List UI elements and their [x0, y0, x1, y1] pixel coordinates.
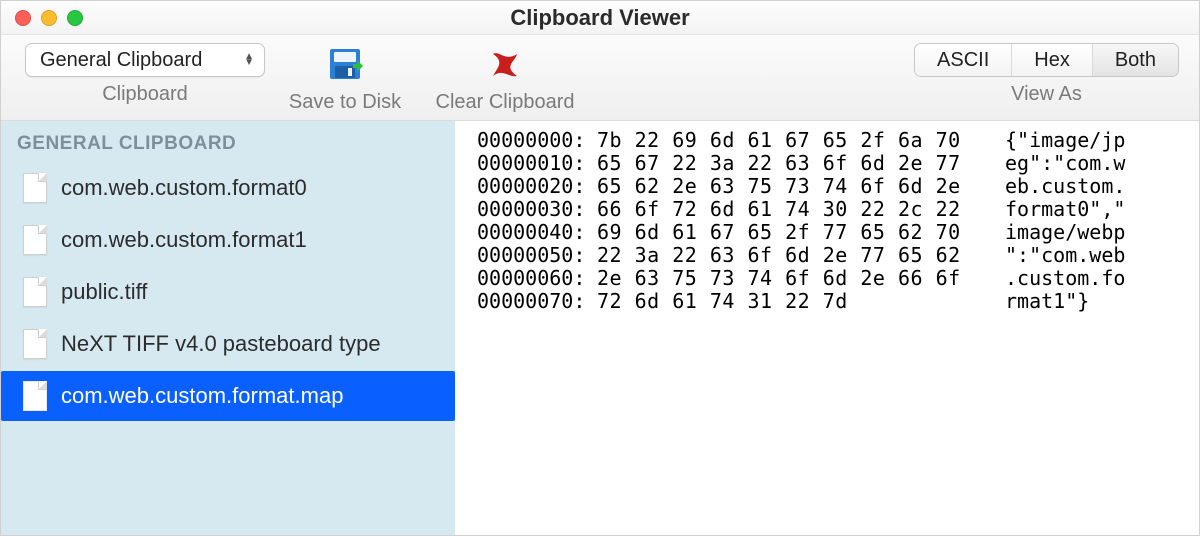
hex-ascii: format0",": [977, 198, 1125, 221]
document-icon: [23, 225, 47, 255]
document-icon: [23, 381, 47, 411]
hex-ascii: eg":"com.w: [977, 152, 1125, 175]
toolbar-label-clear: Clear Clipboard: [436, 91, 575, 114]
sidebar-header: GENERAL CLIPBOARD: [1, 129, 455, 161]
hex-row: 00000010:65 67 22 3a 22 63 6f 6d 2e 77eg…: [477, 152, 1189, 175]
clipboard-select-value: General Clipboard: [40, 49, 202, 72]
clear-clipboard-button[interactable]: [485, 43, 525, 85]
content-area: GENERAL CLIPBOARD com.web.custom.format0…: [1, 121, 1199, 535]
hex-bytes: 2e 63 75 73 74 6f 6d 2e 66 6f: [597, 267, 977, 290]
hex-offset: 00000070:: [477, 290, 597, 313]
sidebar-item[interactable]: NeXT TIFF v4.0 pasteboard type: [1, 319, 455, 369]
hex-bytes: 66 6f 72 6d 61 74 30 22 2c 22: [597, 198, 977, 221]
viewas-both-button[interactable]: Both: [1093, 44, 1178, 76]
viewas-segmented: ASCII Hex Both: [914, 43, 1179, 77]
chevron-updown-icon: ▲▼: [244, 54, 254, 66]
hex-offset: 00000010:: [477, 152, 597, 175]
sidebar-item[interactable]: com.web.custom.format.map: [1, 371, 455, 421]
toolbar-label-viewas: View As: [1011, 83, 1082, 106]
hex-bytes: 65 62 2e 63 75 73 74 6f 6d 2e: [597, 175, 977, 198]
sidebar-item[interactable]: com.web.custom.format1: [1, 215, 455, 265]
hex-ascii: .custom.fo: [977, 267, 1125, 290]
titlebar: Clipboard Viewer: [1, 1, 1199, 35]
hex-offset: 00000030:: [477, 198, 597, 221]
hex-offset: 00000060:: [477, 267, 597, 290]
hex-ascii: eb.custom.: [977, 175, 1125, 198]
toolbar-label-clipboard: Clipboard: [102, 83, 188, 106]
hex-offset: 00000040:: [477, 221, 597, 244]
sidebar-item-label: com.web.custom.format1: [61, 227, 307, 253]
x-icon: [485, 44, 525, 84]
window-title: Clipboard Viewer: [1, 5, 1199, 31]
toolbar-group-clear: Clear Clipboard: [415, 43, 595, 114]
sidebar-item[interactable]: com.web.custom.format0: [1, 163, 455, 213]
hex-bytes: 69 6d 61 67 65 2f 77 65 62 70: [597, 221, 977, 244]
hex-bytes: 7b 22 69 6d 61 67 65 2f 6a 70: [597, 129, 977, 152]
hex-row: 00000040:69 6d 61 67 65 2f 77 65 62 70im…: [477, 221, 1189, 244]
sidebar-item-label: com.web.custom.format.map: [61, 383, 343, 409]
hex-offset: 00000000:: [477, 129, 597, 152]
hex-bytes: 65 67 22 3a 22 63 6f 6d 2e 77: [597, 152, 977, 175]
viewas-ascii-button[interactable]: ASCII: [915, 44, 1012, 76]
hex-offset: 00000050:: [477, 244, 597, 267]
sidebar-item[interactable]: public.tiff: [1, 267, 455, 317]
document-icon: [23, 329, 47, 359]
hex-row: 00000050:22 3a 22 63 6f 6d 2e 77 65 62":…: [477, 244, 1189, 267]
hex-row: 00000020:65 62 2e 63 75 73 74 6f 6d 2eeb…: [477, 175, 1189, 198]
hex-row: 00000000:7b 22 69 6d 61 67 65 2f 6a 70{"…: [477, 129, 1189, 152]
minimize-window-button[interactable]: [41, 10, 57, 26]
document-icon: [23, 277, 47, 307]
toolbar: General Clipboard ▲▼ Clipboard Save to D…: [1, 35, 1199, 121]
toolbar-group-clipboard: General Clipboard ▲▼ Clipboard: [15, 43, 275, 106]
close-window-button[interactable]: [15, 10, 31, 26]
toolbar-group-save: Save to Disk: [275, 43, 415, 114]
sidebar-item-label: NeXT TIFF v4.0 pasteboard type: [61, 331, 381, 357]
app-window: Clipboard Viewer General Clipboard ▲▼ Cl…: [0, 0, 1200, 536]
document-icon: [23, 173, 47, 203]
sidebar-item-label: public.tiff: [61, 279, 147, 305]
hex-ascii: {"image/jp: [977, 129, 1125, 152]
hex-offset: 00000020:: [477, 175, 597, 198]
hex-pane[interactable]: 00000000:7b 22 69 6d 61 67 65 2f 6a 70{"…: [455, 121, 1199, 535]
hex-ascii: image/webp: [977, 221, 1125, 244]
viewas-hex-button[interactable]: Hex: [1012, 44, 1093, 76]
sidebar-item-label: com.web.custom.format0: [61, 175, 307, 201]
save-to-disk-button[interactable]: [325, 43, 365, 85]
hex-row: 00000060:2e 63 75 73 74 6f 6d 2e 66 6f.c…: [477, 267, 1189, 290]
sidebar: GENERAL CLIPBOARD com.web.custom.format0…: [1, 121, 455, 535]
toolbar-group-viewas: ASCII Hex Both View As: [914, 43, 1179, 106]
zoom-window-button[interactable]: [67, 10, 83, 26]
hex-ascii: rmat1"}: [977, 290, 1089, 313]
hex-row: 00000070:72 6d 61 74 31 22 7drmat1"}: [477, 290, 1189, 313]
floppy-disk-icon: [325, 44, 365, 84]
hex-row: 00000030:66 6f 72 6d 61 74 30 22 2c 22fo…: [477, 198, 1189, 221]
hex-bytes: 72 6d 61 74 31 22 7d: [597, 290, 977, 313]
sidebar-list: com.web.custom.format0 com.web.custom.for…: [1, 163, 455, 421]
hex-ascii: ":"com.web: [977, 244, 1125, 267]
hex-bytes: 22 3a 22 63 6f 6d 2e 77 65 62: [597, 244, 977, 267]
toolbar-label-save: Save to Disk: [289, 91, 401, 114]
traffic-lights: [15, 10, 83, 26]
clipboard-select[interactable]: General Clipboard ▲▼: [25, 43, 265, 77]
